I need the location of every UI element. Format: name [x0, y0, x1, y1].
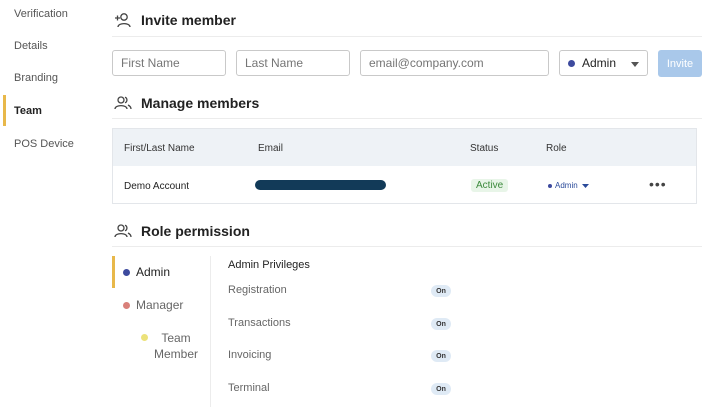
members-table: First/Last Name Email Status Role Demo A…: [112, 128, 697, 204]
redacted-email: [255, 180, 386, 190]
sidebar-item-branding[interactable]: Branding: [14, 72, 58, 84]
member-name: Demo Account: [124, 181, 190, 192]
privilege-label-terminal: Terminal: [228, 382, 270, 394]
email-input[interactable]: [360, 50, 549, 76]
manager-role-dot: [123, 302, 130, 309]
privileges-title: Admin Privileges: [228, 259, 310, 271]
privilege-label-invoicing: Invoicing: [228, 349, 272, 361]
sidebar-active-indicator: [3, 95, 6, 126]
member-role-select[interactable]: Admin: [548, 181, 589, 190]
column-header-role: Role: [546, 143, 567, 154]
sidebar-item-details[interactable]: Details: [14, 40, 48, 52]
role-permission-header: Role permission: [114, 223, 250, 239]
add-user-icon: [114, 12, 132, 28]
chevron-down-icon: [581, 181, 589, 190]
divider: [112, 118, 702, 119]
last-name-input[interactable]: [236, 50, 350, 76]
role-label: Team Member: [154, 331, 199, 361]
divider: [112, 36, 702, 37]
users-icon: [114, 223, 132, 239]
member-role-value: Admin: [555, 181, 578, 190]
table-header: First/Last Name Email Status Role: [113, 129, 696, 166]
role-active-indicator: [112, 256, 115, 288]
invite-button[interactable]: Invite: [658, 50, 702, 77]
divider: [112, 246, 702, 247]
role-item-admin[interactable]: Admin: [123, 265, 170, 279]
column-header-status: Status: [470, 143, 499, 154]
users-icon: [114, 95, 132, 111]
invite-member-title: Invite member: [141, 12, 236, 28]
sidebar: Verification Details Branding Team POS D…: [0, 0, 100, 407]
privilege-toggle-transactions[interactable]: On: [431, 318, 451, 330]
role-permission-title: Role permission: [141, 223, 250, 239]
sidebar-item-pos-device[interactable]: POS Device: [14, 138, 74, 150]
role-item-team-member[interactable]: Team Member: [141, 330, 198, 362]
role-item-manager[interactable]: Manager: [123, 298, 183, 312]
manage-members-header: Manage members: [114, 95, 259, 111]
privilege-label-registration: Registration: [228, 284, 287, 296]
invite-role-value: Admin: [582, 56, 617, 70]
invite-role-select[interactable]: Admin: [559, 50, 648, 76]
column-header-name: First/Last Name: [124, 143, 195, 154]
role-label: Admin: [136, 265, 171, 279]
privilege-toggle-registration[interactable]: On: [431, 285, 451, 297]
sidebar-item-team[interactable]: Team: [14, 105, 42, 117]
role-label: Manager: [136, 298, 184, 312]
manage-members-title: Manage members: [141, 95, 260, 111]
admin-role-dot: [568, 59, 575, 67]
admin-role-dot: [548, 183, 552, 188]
first-name-input[interactable]: [112, 50, 226, 76]
chevron-down-icon: [631, 56, 639, 70]
privilege-toggle-invoicing[interactable]: On: [431, 350, 451, 362]
sidebar-item-verification[interactable]: Verification: [14, 8, 68, 20]
admin-role-dot: [123, 269, 130, 276]
team-member-role-dot: [141, 334, 148, 341]
privilege-label-transactions: Transactions: [228, 317, 291, 329]
column-header-email: Email: [258, 143, 284, 154]
status-badge: Active: [471, 179, 509, 192]
invite-member-header: Invite member: [114, 12, 236, 28]
privilege-toggle-terminal[interactable]: On: [431, 383, 451, 395]
role-list: Admin Manager Team Member: [112, 256, 211, 407]
more-options-icon[interactable]: •••: [649, 176, 667, 192]
